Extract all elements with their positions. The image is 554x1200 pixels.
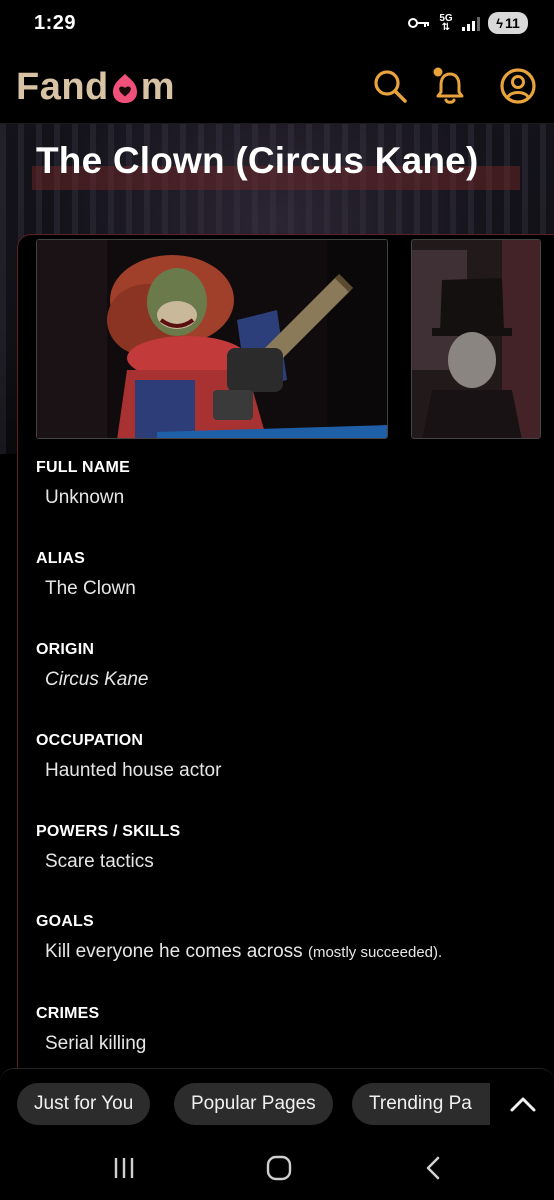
battery-charging-icon: ϟ 11	[488, 12, 528, 34]
field-goals: GOALS Kill everyone he comes across (mos…	[36, 913, 442, 963]
logo-text-left: Fand	[16, 66, 109, 108]
field-powers-skills: POWERS / SKILLS Scare tactics	[36, 823, 180, 873]
field-occupation: OCCUPATION Haunted house actor	[36, 732, 221, 782]
field-value: The Clown	[45, 578, 136, 599]
field-label: ORIGIN	[36, 641, 95, 658]
battery-level: 11	[505, 15, 520, 31]
logo-text-right: m	[140, 66, 176, 108]
field-label: GOALS	[36, 913, 94, 930]
field-value-note: (mostly succeeded).	[307, 944, 443, 961]
fandom-logo[interactable]: Fand m	[16, 66, 175, 109]
status-icons: 5G ⇅ ϟ 11	[408, 12, 528, 34]
infobox: FULL NAME Unknown ALIAS The Clown ORIGIN…	[17, 234, 554, 1134]
back-icon[interactable]	[414, 1152, 454, 1184]
image-gallery[interactable]	[36, 239, 554, 439]
ringmaster-image	[412, 240, 540, 438]
page-title-wrap: The Clown (Circus Kane)	[30, 140, 524, 190]
field-value-wrap: Kill everyone he comes across (mostly su…	[45, 941, 442, 963]
field-value: Scare tactics	[45, 851, 154, 872]
5g-icon: 5G ⇅	[439, 13, 453, 33]
status-time: 1:29	[34, 12, 77, 34]
bell-icon[interactable]	[430, 66, 470, 106]
field-full-name: FULL NAME Unknown	[36, 459, 130, 509]
pill-popular-pages[interactable]: Popular Pages	[174, 1083, 333, 1125]
field-label: CRIMES	[36, 1005, 100, 1022]
field-label: ALIAS	[36, 550, 85, 567]
gallery-image-clown[interactable]	[36, 239, 388, 439]
pill-just-for-you[interactable]: Just for You	[17, 1083, 151, 1125]
field-label: FULL NAME	[36, 459, 130, 476]
field-alias: ALIAS The Clown	[36, 550, 136, 600]
clown-chainsaw-image	[37, 240, 387, 438]
page-title: The Clown (Circus Kane)	[36, 140, 479, 181]
vpn-key-icon	[408, 18, 429, 28]
status-bar: 1:29 5G ⇅ ϟ 11	[0, 0, 554, 48]
field-crimes: CRIMES Serial killing	[36, 1005, 146, 1055]
recommendation-bar: Just for You Popular Pages Trending Pa	[0, 1068, 554, 1136]
fandom-heart-icon	[112, 73, 137, 103]
gallery-image-ringmaster[interactable]	[411, 239, 541, 439]
field-label: OCCUPATION	[36, 732, 144, 749]
home-icon[interactable]	[259, 1152, 299, 1184]
user-icon[interactable]	[498, 66, 538, 106]
field-value: Serial killing	[45, 1033, 147, 1054]
field-origin: ORIGIN Circus Kane	[36, 641, 149, 691]
pill-trending-pages[interactable]: Trending Pa	[352, 1083, 490, 1125]
field-value: Kill everyone he comes across	[45, 941, 303, 962]
chevron-up-icon[interactable]	[504, 1085, 542, 1123]
field-value: Haunted house actor	[45, 760, 222, 781]
field-value-link[interactable]: Circus Kane	[45, 669, 149, 691]
network-badge: 5G	[439, 13, 453, 24]
system-nav-bar	[0, 1136, 554, 1200]
signal-icon	[462, 15, 480, 31]
recents-icon[interactable]	[104, 1152, 144, 1184]
app-header: Fand m	[0, 48, 554, 124]
search-icon[interactable]	[370, 66, 410, 106]
field-label: POWERS / SKILLS	[36, 823, 181, 840]
field-value: Unknown	[45, 487, 125, 508]
